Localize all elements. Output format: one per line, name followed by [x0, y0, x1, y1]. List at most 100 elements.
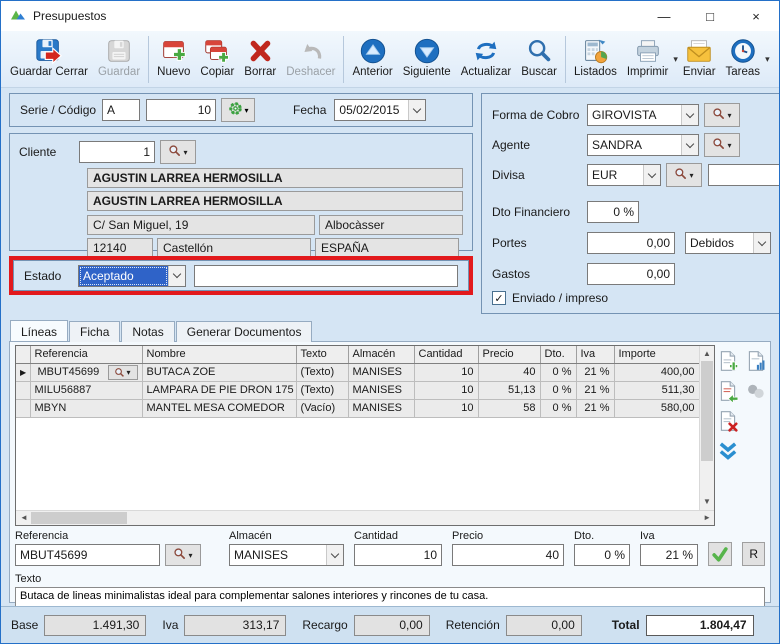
- estado-combobox[interactable]: Aceptado: [78, 265, 186, 287]
- grid-row[interactable]: MBYN MANTEL MESA COMEDOR (Vacío) MANISES…: [16, 399, 699, 417]
- cliente-codigo-input[interactable]: [79, 141, 155, 163]
- minimize-button[interactable]: —: [641, 1, 687, 31]
- cell-precio[interactable]: 58: [478, 399, 540, 417]
- divisa-lookup-button[interactable]: ▾: [666, 163, 702, 187]
- line-report-button[interactable]: [745, 350, 767, 372]
- cell-precio[interactable]: 51,13: [478, 381, 540, 399]
- tab-ficha[interactable]: Ficha: [69, 321, 120, 342]
- tab-lineas[interactable]: Líneas: [10, 320, 68, 341]
- dto-financiero-input[interactable]: [587, 201, 639, 223]
- editor-almacen-combobox[interactable]: MANISES: [229, 544, 344, 566]
- cell-importe[interactable]: 400,00: [614, 363, 699, 381]
- col-header-importe[interactable]: Importe: [614, 346, 699, 363]
- guardar-button[interactable]: Guardar: [93, 34, 145, 80]
- cell-importe[interactable]: 511,30: [614, 381, 699, 399]
- col-header-cantidad[interactable]: Cantidad: [414, 346, 478, 363]
- cell-cantidad[interactable]: 10: [414, 381, 478, 399]
- cell-nombre[interactable]: MANTEL MESA COMEDOR: [142, 399, 296, 417]
- scroll-right-icon[interactable]: ►: [703, 514, 711, 522]
- cell-lookup-button[interactable]: ▾: [108, 365, 138, 380]
- cell-nombre[interactable]: LAMPARA DE PIE DRON 175: [142, 381, 296, 399]
- editor-precio-input[interactable]: [452, 544, 564, 566]
- divisa-cambio-input[interactable]: [708, 164, 780, 186]
- cell-dto[interactable]: 0 %: [540, 399, 576, 417]
- grid-vertical-scrollbar[interactable]: ▲ ▼: [699, 346, 714, 510]
- add-line-button[interactable]: [717, 350, 739, 372]
- col-header-referencia[interactable]: Referencia: [30, 346, 142, 363]
- tareas-dropdown-caret[interactable]: ▾: [765, 54, 770, 65]
- scroll-up-icon[interactable]: ▲: [703, 350, 711, 358]
- editor-referencia-lookup-button[interactable]: ▾: [165, 544, 201, 566]
- grid-row-selected[interactable]: ▶ MBUT45699 ▾: [16, 363, 699, 381]
- maximize-button[interactable]: □: [687, 1, 733, 31]
- borrar-button[interactable]: Borrar: [239, 34, 281, 80]
- siguiente-button[interactable]: Siguiente: [398, 34, 456, 80]
- cell-cantidad[interactable]: 10: [414, 399, 478, 417]
- copiar-button[interactable]: Copiar: [195, 34, 239, 80]
- cell-iva[interactable]: 21 %: [576, 363, 614, 381]
- actualizar-button[interactable]: Actualizar: [456, 34, 517, 80]
- tareas-button[interactable]: Tareas: [721, 34, 766, 80]
- tab-notas[interactable]: Notas: [121, 321, 174, 342]
- editor-cantidad-input[interactable]: [354, 544, 442, 566]
- serie-options-button[interactable]: ▾: [221, 98, 255, 122]
- col-header-dto[interactable]: Dto.: [540, 346, 576, 363]
- col-header-precio[interactable]: Precio: [478, 346, 540, 363]
- vertical-scroll-thumb[interactable]: [701, 361, 713, 461]
- forma-de-cobro-combobox[interactable]: GIROVISTA: [587, 104, 699, 126]
- cell-texto[interactable]: (Vacío): [296, 399, 348, 417]
- scroll-left-icon[interactable]: ◄: [20, 514, 28, 522]
- codigo-input[interactable]: [146, 99, 216, 121]
- fecha-combobox[interactable]: 05/02/2015: [334, 99, 426, 121]
- close-button[interactable]: ×: [733, 1, 779, 31]
- nuevo-button[interactable]: Nuevo: [152, 34, 195, 80]
- cell-nombre[interactable]: BUTACA ZOE: [142, 363, 296, 381]
- accept-line-button[interactable]: [708, 542, 732, 566]
- delete-line-button[interactable]: [717, 410, 739, 432]
- cell-cantidad[interactable]: 10: [414, 363, 478, 381]
- component-lines-button[interactable]: [745, 380, 767, 402]
- guardar-cerrar-button[interactable]: Guardar Cerrar: [5, 34, 93, 80]
- enviado-impreso-checkbox[interactable]: ✓: [492, 291, 506, 305]
- gastos-input[interactable]: [587, 263, 675, 285]
- editor-iva-input[interactable]: [640, 544, 698, 566]
- horizontal-scroll-thumb[interactable]: [31, 512, 127, 524]
- expand-lines-button[interactable]: [717, 440, 739, 462]
- cell-almacen[interactable]: MANISES: [348, 399, 414, 417]
- buscar-button[interactable]: Buscar: [516, 34, 562, 80]
- cell-referencia[interactable]: MILU56887: [30, 381, 142, 399]
- cell-texto[interactable]: (Texto): [296, 363, 348, 381]
- grid-horizontal-scrollbar[interactable]: ◄ ►: [16, 510, 714, 525]
- col-header-iva[interactable]: Iva: [576, 346, 614, 363]
- divisa-combobox[interactable]: EUR: [587, 164, 661, 186]
- cell-texto[interactable]: (Texto): [296, 381, 348, 399]
- portes-input[interactable]: [587, 232, 675, 254]
- editor-dto-input[interactable]: [574, 544, 630, 566]
- portes-tipo-combobox[interactable]: Debidos: [685, 232, 771, 254]
- grid-row[interactable]: MILU56887 LAMPARA DE PIE DRON 175 (Texto…: [16, 381, 699, 399]
- cliente-lookup-button[interactable]: ▾: [160, 140, 196, 164]
- chevron-down-icon[interactable]: [681, 105, 698, 125]
- editor-referencia-input[interactable]: [15, 544, 160, 566]
- col-header-nombre[interactable]: Nombre: [142, 346, 296, 363]
- cell-iva[interactable]: 21 %: [576, 399, 614, 417]
- chevron-down-icon[interactable]: [326, 545, 343, 565]
- listados-button[interactable]: Listados: [569, 34, 622, 80]
- imprimir-button[interactable]: Imprimir: [622, 34, 674, 80]
- agente-combobox[interactable]: SANDRA: [587, 134, 699, 156]
- col-header-almacen[interactable]: Almacén: [348, 346, 414, 363]
- serie-input[interactable]: [102, 99, 140, 121]
- cell-precio[interactable]: 40: [478, 363, 540, 381]
- cell-iva[interactable]: 21 %: [576, 381, 614, 399]
- cell-almacen[interactable]: MANISES: [348, 363, 414, 381]
- cell-referencia[interactable]: MBYN: [30, 399, 142, 417]
- enviar-button[interactable]: Enviar: [678, 34, 721, 80]
- anterior-button[interactable]: Anterior: [347, 34, 397, 80]
- scroll-down-icon[interactable]: ▼: [703, 498, 711, 506]
- chevron-down-icon[interactable]: [168, 266, 185, 286]
- deshacer-button[interactable]: Deshacer: [281, 34, 340, 80]
- chevron-down-icon[interactable]: [681, 135, 698, 155]
- chevron-down-icon[interactable]: [643, 165, 660, 185]
- cell-referencia[interactable]: MBUT45699 ▾: [30, 363, 142, 381]
- estado-nota-input[interactable]: [194, 265, 458, 287]
